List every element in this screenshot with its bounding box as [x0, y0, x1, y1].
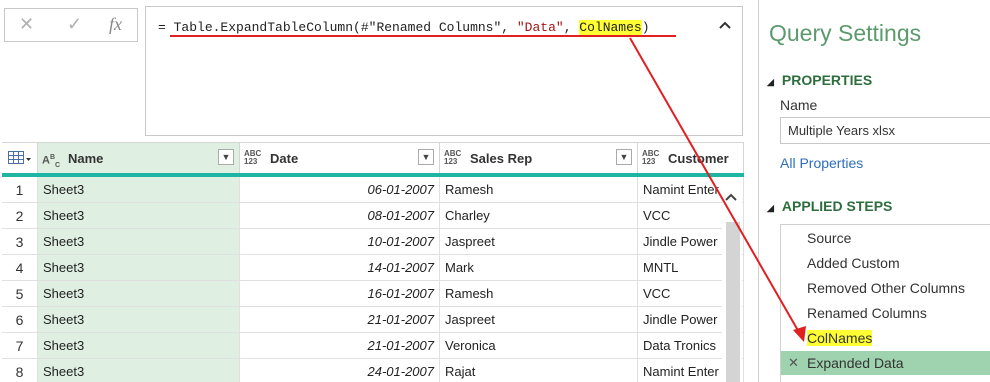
cell-date[interactable]: 08-01-2007 [240, 203, 440, 229]
cell-name[interactable]: Sheet3 [38, 307, 240, 333]
chevron-up-icon[interactable] [718, 17, 732, 33]
formula-buttons: ✕ ✓ fx [4, 8, 138, 42]
data-grid: ABC Name ▼ ABC 123 Date ▼ ABC 123 Sales Re… [2, 142, 744, 382]
row-number[interactable]: 6 [2, 307, 38, 333]
table-menu-icon[interactable] [2, 143, 38, 173]
formula-string-arg: "Data" [516, 20, 564, 35]
cell-name[interactable]: Sheet3 [38, 359, 240, 382]
scrollbar-thumb[interactable] [726, 222, 740, 382]
column-header-date[interactable]: ABC 123 Date ▼ [240, 143, 440, 173]
fx-icon[interactable]: fx [109, 14, 122, 35]
cell-sales-rep[interactable]: Ramesh [440, 281, 638, 307]
table-row[interactable]: 4 Sheet3 14-01-2007 Mark MNTL [2, 255, 744, 281]
filter-dropdown-icon[interactable]: ▼ [218, 149, 234, 165]
delete-step-icon[interactable]: ✕ [788, 351, 799, 375]
filter-dropdown-icon[interactable]: ▼ [418, 149, 434, 165]
row-number[interactable]: 7 [2, 333, 38, 359]
vertical-scrollbar[interactable] [722, 188, 742, 382]
table-row[interactable]: 8 Sheet3 24-01-2007 Rajat Namint Enter [2, 359, 744, 382]
cell-name[interactable]: Sheet3 [38, 255, 240, 281]
table-row[interactable]: 1 Sheet3 06-01-2007 Ramesh Namint Enter [2, 177, 744, 203]
formula-text[interactable]: = Table.ExpandTableColumn(#"Renamed Colu… [158, 20, 650, 35]
query-name-input[interactable] [780, 117, 990, 144]
query-settings-pane: Query Settings ◢PROPERTIES Name All Prop… [758, 0, 990, 382]
cell-name[interactable]: Sheet3 [38, 333, 240, 359]
step-source[interactable]: Source [781, 226, 990, 250]
any-type-icon[interactable]: ABC 123 [244, 150, 261, 166]
cell-sales-rep[interactable]: Rajat [440, 359, 638, 382]
cell-sales-rep[interactable]: Ramesh [440, 177, 638, 203]
cell-date[interactable]: 21-01-2007 [240, 333, 440, 359]
column-label: Customer [668, 151, 729, 166]
table-row[interactable]: 3 Sheet3 10-01-2007 Jaspreet Jindle Power [2, 229, 744, 255]
cell-sales-rep[interactable]: Charley [440, 203, 638, 229]
formula-sep: , [563, 20, 580, 35]
collapse-triangle-icon[interactable]: ◢ [767, 77, 774, 87]
collapse-triangle-icon[interactable]: ◢ [767, 203, 774, 213]
row-number[interactable]: 3 [2, 229, 38, 255]
formula-function: Table.ExpandTableColumn [173, 20, 354, 35]
row-number[interactable]: 2 [2, 203, 38, 229]
row-number[interactable]: 5 [2, 281, 38, 307]
any-type-icon[interactable]: ABC 123 [642, 150, 659, 166]
cell-date[interactable]: 24-01-2007 [240, 359, 440, 382]
confirm-icon[interactable]: ✓ [67, 14, 82, 35]
scroll-up-icon[interactable] [723, 190, 739, 206]
properties-section-header[interactable]: ◢ PROPERTIES [767, 72, 872, 88]
formula-args-close: ) [641, 20, 650, 35]
all-properties-link[interactable]: All Properties [780, 155, 863, 171]
cell-sales-rep[interactable]: Jaspreet [440, 229, 638, 255]
table-row[interactable]: 7 Sheet3 21-01-2007 Veronica Data Tronics [2, 333, 744, 359]
row-number[interactable]: 8 [2, 359, 38, 382]
row-number[interactable]: 4 [2, 255, 38, 281]
table-row[interactable]: 2 Sheet3 08-01-2007 Charley VCC [2, 203, 744, 229]
filter-dropdown-icon[interactable]: ▼ [616, 149, 632, 165]
cell-sales-rep[interactable]: Mark [440, 255, 638, 281]
cell-sales-rep[interactable]: Jaspreet [440, 307, 638, 333]
cell-date[interactable]: 21-01-2007 [240, 307, 440, 333]
formula-args-open: (#"Renamed Columns", [353, 20, 517, 35]
applied-steps-section-header[interactable]: ◢ APPLIED STEPS [767, 198, 892, 214]
cell-name[interactable]: Sheet3 [38, 281, 240, 307]
formula-bar[interactable]: = Table.ExpandTableColumn(#"Renamed Colu… [145, 6, 743, 136]
name-label: Name [780, 97, 818, 113]
any-type-icon[interactable]: ABC 123 [444, 150, 461, 166]
cell-name[interactable]: Sheet3 [38, 203, 240, 229]
cell-name[interactable]: Sheet3 [38, 229, 240, 255]
step-removed-other-columns[interactable]: Removed Other Columns [781, 276, 990, 300]
cell-sales-rep[interactable]: Veronica [440, 333, 638, 359]
cell-date[interactable]: 14-01-2007 [240, 255, 440, 281]
formula-highlight-arg: ColNames [579, 20, 642, 35]
grid-header: ABC Name ▼ ABC 123 Date ▼ ABC 123 Sales Re… [2, 142, 744, 177]
formula-prefix: = [158, 20, 174, 35]
pane-title: Query Settings [769, 20, 922, 46]
step-colnames[interactable]: ColNames [781, 326, 990, 350]
column-header-sales-rep[interactable]: ABC 123 Sales Rep ▼ [440, 143, 638, 173]
row-number[interactable]: 1 [2, 177, 38, 203]
step-added-custom[interactable]: Added Custom [781, 251, 990, 275]
cell-date[interactable]: 06-01-2007 [240, 177, 440, 203]
column-label: Sales Rep [470, 151, 533, 166]
column-label: Name [68, 151, 104, 166]
table-row[interactable]: 5 Sheet3 16-01-2007 Ramesh VCC [2, 281, 744, 307]
cancel-icon[interactable]: ✕ [19, 14, 34, 35]
step-renamed-columns[interactable]: Renamed Columns [781, 301, 990, 325]
column-header-customer[interactable]: ABC 123 Customer [638, 143, 744, 173]
applied-steps-list: Source Added Custom Removed Other Column… [780, 224, 990, 382]
cell-date[interactable]: 16-01-2007 [240, 281, 440, 307]
column-header-name[interactable]: ABC Name ▼ [38, 143, 240, 173]
step-expanded-data[interactable]: ✕ Expanded Data [781, 351, 990, 375]
table-row[interactable]: 6 Sheet3 21-01-2007 Jaspreet Jindle Power [2, 307, 744, 333]
text-type-icon[interactable]: ABC [42, 152, 60, 171]
column-label: Date [270, 151, 299, 166]
cell-name[interactable]: Sheet3 [38, 177, 240, 203]
cell-date[interactable]: 10-01-2007 [240, 229, 440, 255]
